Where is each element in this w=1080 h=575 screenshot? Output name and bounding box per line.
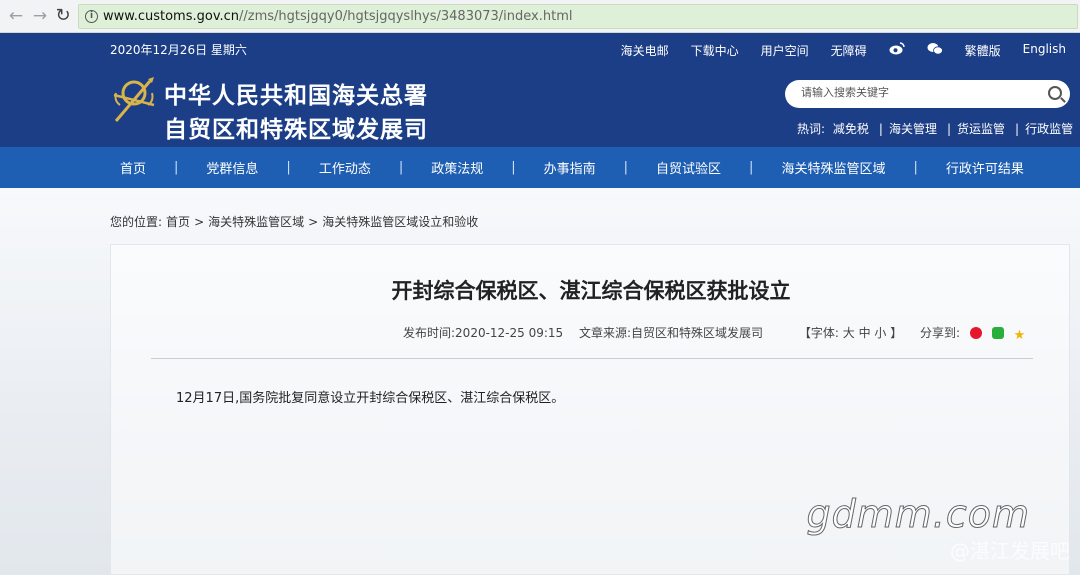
watermark-sub: @湛江发展吧 (950, 539, 1070, 563)
breadcrumb-separator: > (194, 215, 205, 229)
forward-arrow-icon[interactable]: → (30, 6, 50, 26)
hot-words-label: 热词: (797, 122, 826, 136)
site-subtitle: 自贸区和特殊区域发展司 (164, 116, 428, 143)
top-link-accessibility[interactable]: 无障碍 (831, 42, 867, 59)
site-info-icon[interactable]: i (85, 10, 98, 23)
search-icon[interactable] (1048, 86, 1062, 100)
top-link-email[interactable]: 海关电邮 (621, 42, 669, 59)
article-title: 开封综合保税区、湛江综合保税区获批设立 (391, 279, 791, 303)
nav-item-licensing-results[interactable]: 行政许可结果 (946, 158, 1024, 177)
hot-word-link[interactable]: 减免税 (833, 122, 869, 136)
top-link-user-space[interactable]: 用户空间 (761, 42, 809, 59)
wechat-icon[interactable] (927, 42, 943, 59)
address-bar[interactable]: i www.customs.gov.cn//zms/hgtsjgqy0/hgts… (78, 4, 1078, 29)
watermark-text: gdmm.com (806, 492, 1030, 537)
top-link-english[interactable]: English (1023, 42, 1066, 59)
browser-toolbar: ← → ↻ i www.customs.gov.cn//zms/hgtsjgqy… (0, 0, 1080, 33)
title-divider (151, 358, 1033, 359)
breadcrumb-link[interactable]: 海关特殊监管区域 (208, 215, 304, 229)
url-path: //zms/hgtsjgqy0/hgtsjgqyslhys/3483073/in… (239, 9, 573, 24)
nav-item-special-zones[interactable]: 海关特殊监管区域 (781, 158, 885, 177)
article-body: 12月17日,国务院批复同意设立开封综合保税区、湛江综合保税区。 (176, 391, 565, 406)
weibo-icon[interactable] (889, 42, 905, 59)
hot-word-link[interactable]: 行政监管 (1025, 122, 1073, 136)
url-host: www.customs.gov.cn (103, 9, 240, 24)
breadcrumb-link[interactable]: 首页 (166, 215, 190, 229)
search-input[interactable] (801, 86, 1031, 99)
breadcrumb-separator: > (308, 215, 319, 229)
nav-item-guides[interactable]: 办事指南 (544, 158, 596, 177)
customs-emblem-icon (113, 77, 155, 122)
hot-word-link[interactable]: 海关管理 (889, 122, 937, 136)
nav-item-party-info[interactable]: 党群信息 (206, 158, 258, 177)
article-source: 文章来源:自贸区和特殊区域发展司 (579, 326, 764, 340)
top-link-downloads[interactable]: 下载中心 (691, 42, 739, 59)
site-header: 2020年12月26日 星期六 海关电邮 下载中心 用户空间 无障碍 繁體版 E… (0, 33, 1080, 147)
breadcrumb-label: 您的位置: (110, 215, 163, 229)
nav-item-ftz[interactable]: 自贸试验区 (656, 158, 721, 177)
site-title: 中华人民共和国海关总署 (164, 82, 428, 109)
favorite-star-icon[interactable]: ★ (1014, 329, 1028, 342)
nav-item-work-news[interactable]: 工作动态 (319, 158, 371, 177)
article-meta: 发布时间:2020-12-25 09:15 文章来源:自贸区和特殊区域发展司 【… (403, 324, 1028, 342)
nav-item-policies[interactable]: 政策法规 (431, 158, 483, 177)
weibo-share-icon[interactable] (969, 327, 982, 339)
reload-icon[interactable]: ↻ (53, 6, 73, 26)
wechat-share-icon[interactable] (991, 327, 1004, 339)
top-links: 海关电邮 下载中心 用户空间 无障碍 繁體版 English (599, 42, 1066, 59)
publish-time: 发布时间:2020-12-25 09:15 (403, 326, 564, 340)
nav-item-home[interactable]: 首页 (120, 158, 146, 177)
search-box (785, 80, 1070, 108)
share-label: 分享到: (920, 326, 961, 340)
top-link-traditional[interactable]: 繁體版 (965, 42, 1001, 59)
breadcrumb-link[interactable]: 海关特殊监管区域设立和验收 (322, 215, 478, 229)
hot-word-link[interactable]: 货运监管 (957, 122, 1005, 136)
breadcrumb: 您的位置: 首页 > 海关特殊监管区域 > 海关特殊监管区域设立和验收 (110, 213, 482, 230)
current-date: 2020年12月26日 星期六 (110, 43, 247, 57)
main-navigation: 首页 | 党群信息 | 工作动态 | 政策法规 | 办事指南 | 自贸试验区 | 海关特殊监… (0, 147, 1080, 188)
back-arrow-icon[interactable]: ← (6, 6, 26, 26)
hot-words: 热词: 减免税 | 海关管理 | 货运监管 | 行政监管 (797, 122, 1074, 136)
font-size-controls[interactable]: 【字体: 大 中 小 】 (799, 326, 902, 340)
